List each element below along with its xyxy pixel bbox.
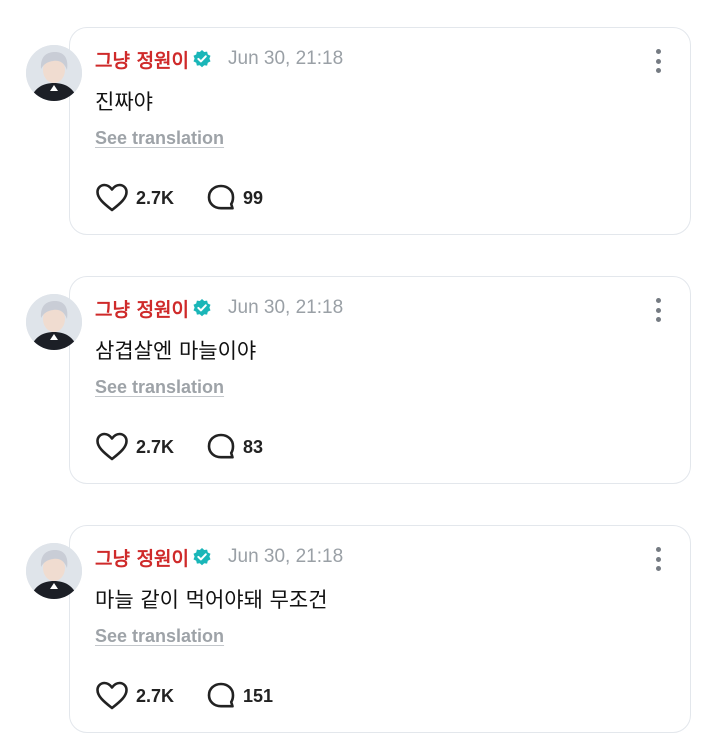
post-actions: 2.7K 99: [95, 183, 263, 213]
post-timestamp: Jun 30, 21:18: [228, 48, 344, 69]
heart-icon: [96, 432, 128, 461]
post-actions: 2.7K 151: [95, 681, 273, 711]
like-count: 2.7K: [136, 187, 175, 208]
comment-button[interactable]: 83: [206, 432, 263, 462]
like-count: 2.7K: [136, 685, 175, 706]
post-actions: 2.7K 83: [95, 432, 263, 462]
more-options-icon[interactable]: [651, 298, 665, 322]
see-translation-link[interactable]: See translation: [95, 377, 224, 398]
post-header: 그냥 정원이 Jun 30, 21:18: [95, 295, 343, 321]
post-header: 그냥 정원이 Jun 30, 21:18: [95, 544, 343, 570]
post-timestamp: Jun 30, 21:18: [228, 297, 344, 318]
post-text: 삼겹살엔 마늘이야: [95, 339, 257, 363]
like-button[interactable]: 2.7K: [95, 681, 174, 711]
post: 그냥 정원이 Jun 30, 21:18 삼겹살엔 마늘이야 See trans…: [0, 276, 720, 486]
comment-button[interactable]: 99: [206, 183, 263, 213]
author-name[interactable]: 그냥 정원이: [95, 46, 189, 73]
comment-count: 151: [243, 685, 274, 706]
comment-button[interactable]: 151: [206, 681, 273, 711]
see-translation-link[interactable]: See translation: [95, 626, 224, 647]
like-count: 2.7K: [136, 436, 175, 457]
heart-icon: [96, 183, 128, 212]
post: 그냥 정원이 Jun 30, 21:18 마늘 같이 먹어야돼 무조건 See …: [0, 525, 720, 735]
more-options-icon[interactable]: [651, 49, 665, 73]
comment-count: 99: [243, 187, 264, 208]
avatar[interactable]: [26, 543, 82, 599]
verified-badge-icon: [192, 49, 212, 69]
more-options-icon[interactable]: [651, 547, 665, 571]
verified-badge-icon: [192, 298, 212, 318]
see-translation-link[interactable]: See translation: [95, 128, 224, 149]
like-button[interactable]: 2.7K: [95, 183, 174, 213]
avatar[interactable]: [26, 294, 82, 350]
post-text: 진짜야: [95, 90, 153, 114]
comment-bubble-icon: [207, 184, 235, 210]
post-text: 마늘 같이 먹어야돼 무조건: [95, 588, 328, 612]
comment-count: 83: [243, 436, 264, 457]
post-timestamp: Jun 30, 21:18: [228, 546, 344, 567]
verified-badge-icon: [192, 547, 212, 567]
like-button[interactable]: 2.7K: [95, 432, 174, 462]
avatar[interactable]: [26, 45, 82, 101]
post-header: 그냥 정원이 Jun 30, 21:18: [95, 46, 343, 72]
comment-bubble-icon: [207, 682, 235, 708]
author-name[interactable]: 그냥 정원이: [95, 295, 189, 322]
post: 그냥 정원이 Jun 30, 21:18 진짜야 See translation…: [0, 27, 720, 237]
author-name[interactable]: 그냥 정원이: [95, 544, 189, 571]
comment-bubble-icon: [207, 433, 235, 459]
heart-icon: [96, 681, 128, 710]
